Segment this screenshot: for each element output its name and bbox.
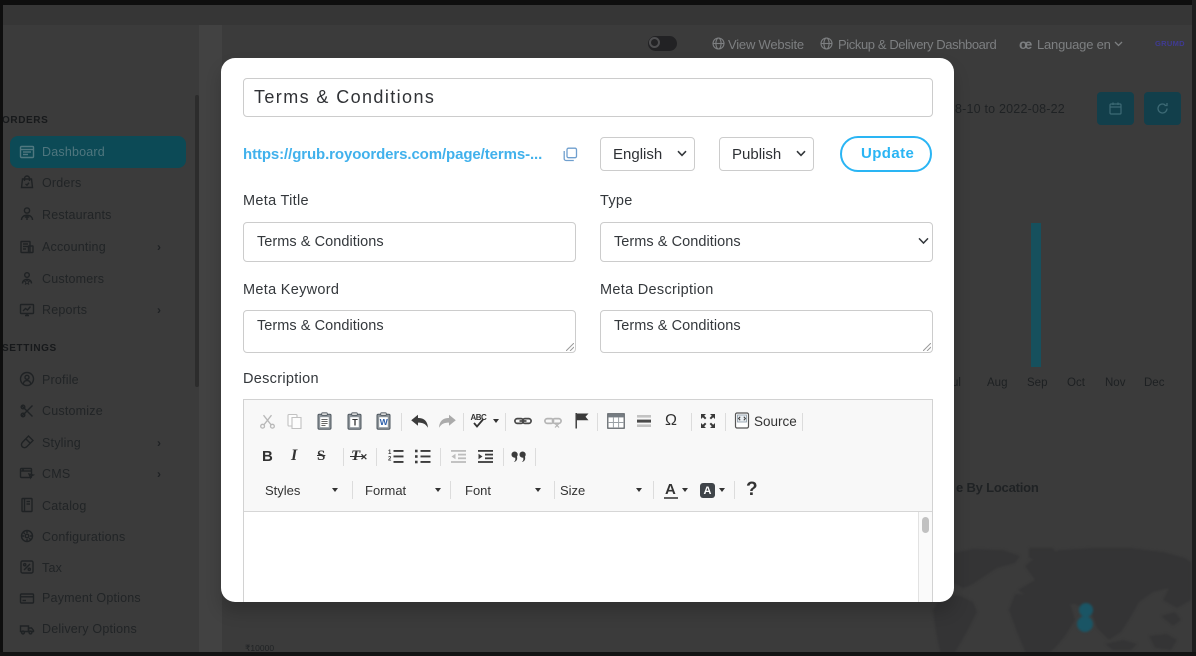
svg-text:W: W [380, 417, 389, 427]
svg-text:ABC: ABC [471, 413, 488, 422]
svg-text:T: T [352, 417, 358, 427]
svg-text:2: 2 [388, 457, 392, 463]
svg-text:1: 1 [388, 450, 392, 456]
